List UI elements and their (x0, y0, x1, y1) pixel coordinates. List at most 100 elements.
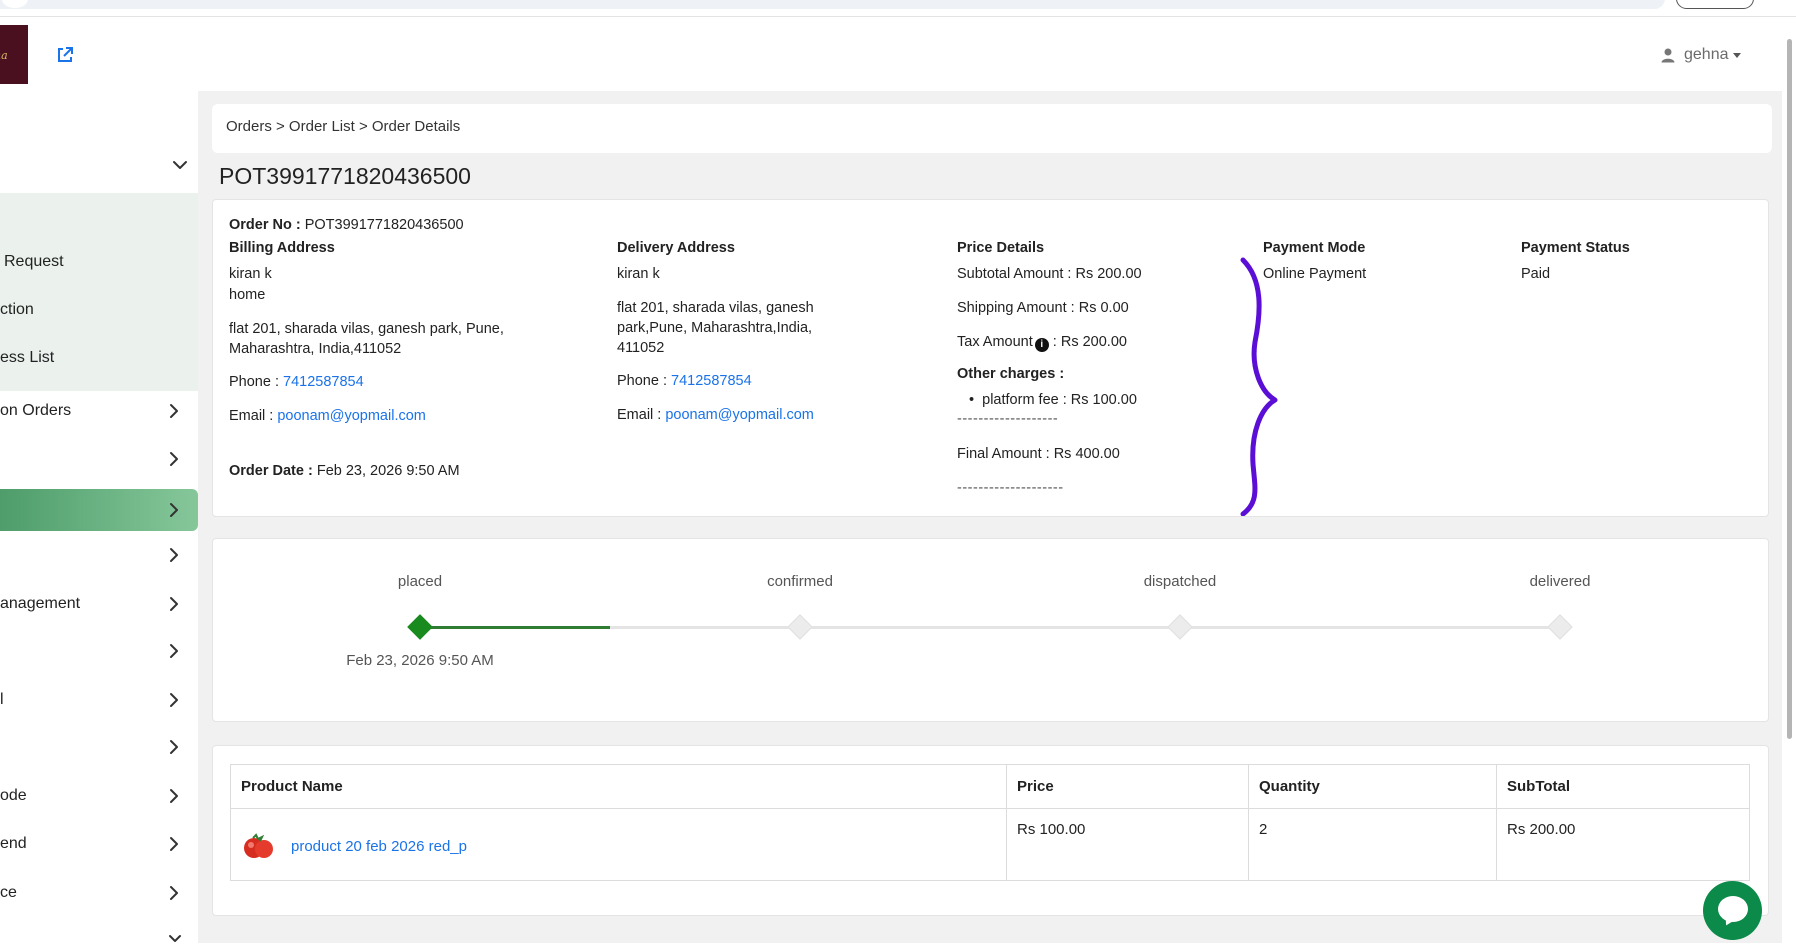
price-heading: Price Details (957, 240, 1045, 256)
chevron-right-icon (170, 837, 178, 851)
billing-email: Email : poonam@yopmail.com (229, 408, 426, 424)
sidebar-item-orders[interactable]: on Orders (0, 388, 198, 434)
brace-annotation (1240, 257, 1278, 516)
sidebar-item-address-list[interactable]: ess List (0, 335, 198, 381)
email-label: Email : (617, 407, 662, 423)
top-navbar: na gehna (0, 17, 1782, 91)
sidebar-item-request[interactable]: Request (0, 239, 198, 285)
delivery-address-line1: flat 201, sharada vilas, ganesh (617, 300, 814, 316)
step-marker-confirmed (787, 614, 813, 640)
order-no-value: POT3991771820436500 (304, 217, 464, 233)
chevron-right-icon (170, 693, 178, 707)
step-label-dispatched: dispatched (1143, 573, 1217, 590)
sidebar-item-collection[interactable]: ction (0, 287, 198, 333)
table-header-row: Product Name Price Quantity SubTotal (230, 764, 1750, 809)
order-date-label: Order Date : (229, 463, 313, 479)
price-divider-1: ------------------- (957, 411, 1059, 427)
chevron-right-icon (170, 452, 178, 466)
browser-action-button[interactable] (1676, 0, 1754, 9)
placed-date: Feb 23, 2026 9:50 AM (346, 652, 494, 669)
products-table: Product Name Price Quantity SubTotal pro… (230, 764, 1750, 881)
sidebar-item-label: on Orders (0, 402, 72, 419)
timeline-track-line (610, 626, 1560, 629)
browser-url-strip (0, 0, 1796, 17)
chevron-down-icon[interactable] (172, 159, 188, 171)
user-menu[interactable]: gehna (1660, 43, 1741, 67)
column-header-subtotal: SubTotal (1496, 764, 1750, 809)
delivery-phone-link[interactable]: 7412587854 (671, 373, 752, 389)
scrollbar-thumb[interactable] (1787, 39, 1792, 739)
billing-name: kiran k (229, 266, 272, 282)
product-quantity: 2 (1248, 808, 1497, 881)
delivery-phone: Phone : 7412587854 (617, 373, 752, 389)
table-row: product 20 feb 2026 red_p Rs 100.00 2 Rs… (230, 808, 1750, 881)
billing-address-line2: Maharashtra, India,411052 (229, 341, 402, 357)
sidebar-item-11[interactable] (0, 724, 198, 770)
sidebar: Request ction ess List on Orders anageme… (0, 91, 198, 943)
chevron-right-icon (170, 597, 178, 611)
products-card: Product Name Price Quantity SubTotal pro… (212, 745, 1769, 916)
step-label-delivered: delivered (1529, 573, 1591, 590)
user-icon (1661, 48, 1675, 63)
chevron-right-icon (170, 644, 178, 658)
billing-phone-link[interactable]: 7412587854 (283, 374, 364, 390)
payment-status-heading: Payment Status (1521, 240, 1630, 256)
chevron-right-icon (170, 503, 178, 517)
tax-label: Tax Amount (957, 334, 1033, 350)
address-bar[interactable] (0, 0, 1665, 9)
delivery-address-line2: park,Pune, Maharashtra,India, (617, 320, 813, 336)
sidebar-item-label: ess List (0, 349, 55, 366)
product-name-link[interactable]: product 20 feb 2026 red_p (291, 838, 467, 855)
sidebar-item-label: anagement (0, 595, 81, 612)
column-header-quantity: Quantity (1248, 764, 1497, 809)
subtotal-amount: Subtotal Amount : Rs 200.00 (957, 266, 1142, 282)
sidebar-item-ce[interactable]: ce (0, 870, 198, 916)
order-no: Order No : POT3991771820436500 (229, 217, 464, 233)
email-label: Email : (229, 408, 274, 424)
delivery-heading: Delivery Address (617, 240, 735, 256)
sidebar-item-management[interactable]: anagement (0, 581, 198, 627)
sidebar-item-label: Request (4, 253, 64, 270)
tax-amount: Tax Amount i : Rs 200.00 (957, 334, 1127, 352)
bullet-icon: • (969, 392, 975, 408)
page-scrollbar[interactable] (1782, 17, 1796, 943)
billing-type: home (229, 287, 266, 303)
step-marker-dispatched (1167, 614, 1193, 640)
payment-status: Paid (1521, 266, 1551, 282)
sidebar-item-7[interactable] (0, 532, 198, 578)
platform-fee: • platform fee : Rs 100.00 (969, 392, 1137, 408)
sidebar-item-5[interactable] (0, 436, 198, 482)
page-title: POT3991771820436500 (219, 163, 471, 189)
delivery-name: kiran k (617, 266, 660, 282)
sidebar-item-9[interactable] (0, 628, 198, 674)
platform-fee-text: platform fee : Rs 100.00 (982, 392, 1137, 408)
chevron-right-icon (170, 548, 178, 562)
billing-email-link[interactable]: poonam@yopmail.com (277, 408, 426, 424)
billing-phone: Phone : 7412587854 (229, 374, 364, 390)
step-label-confirmed: confirmed (767, 573, 833, 590)
info-icon[interactable]: i (1034, 338, 1049, 352)
other-charges-label: Other charges : (957, 366, 1065, 382)
sidebar-item-end[interactable]: end (0, 821, 198, 867)
order-status-timeline: placed confirmed dispatched delivered Fe… (212, 538, 1769, 722)
order-date-value: Feb 23, 2026 9:50 AM (316, 463, 460, 479)
delivery-email: Email : poonam@yopmail.com (617, 407, 814, 423)
step-label-placed: placed (397, 573, 443, 590)
sidebar-item-code[interactable]: ode (0, 773, 198, 819)
breadcrumb-text[interactable]: Orders > Order List > Order Details (226, 118, 460, 135)
sidebar-item-label: ction (0, 301, 34, 318)
phone-label: Phone : (617, 373, 667, 389)
timeline-progress-line (420, 626, 610, 629)
chevron-right-icon (170, 740, 178, 754)
step-marker-placed (407, 614, 433, 640)
product-thumbnail[interactable] (241, 831, 277, 861)
external-link-icon[interactable] (56, 46, 74, 64)
breadcrumb[interactable]: Orders > Order List > Order Details (212, 104, 1772, 153)
sidebar-item-active[interactable] (0, 489, 198, 531)
sidebar-item-10[interactable]: l (0, 677, 198, 723)
chat-button[interactable] (1703, 881, 1762, 940)
delivery-email-link[interactable]: poonam@yopmail.com (665, 407, 814, 423)
phone-label: Phone : (229, 374, 279, 390)
order-date: Order Date : Feb 23, 2026 9:50 AM (229, 463, 460, 479)
brand-logo[interactable]: na (0, 25, 28, 84)
